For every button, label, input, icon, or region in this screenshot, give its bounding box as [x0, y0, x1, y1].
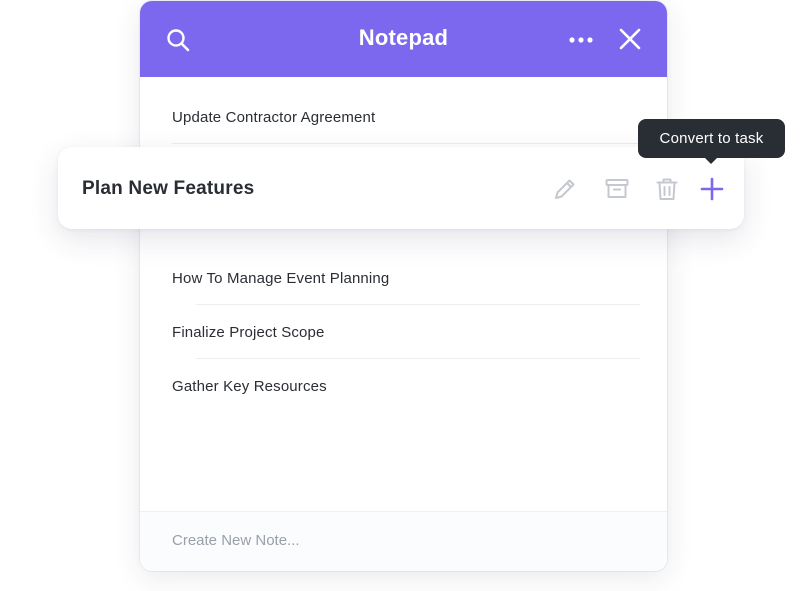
note-divider [196, 304, 640, 305]
note-divider [172, 143, 640, 144]
close-icon[interactable] [619, 28, 641, 50]
note-divider [196, 358, 640, 359]
active-note-card[interactable]: Plan New Features [58, 147, 744, 229]
plus-icon[interactable] [699, 176, 725, 202]
trash-icon[interactable] [654, 176, 680, 202]
note-item-finalize-project-scope[interactable]: Finalize Project Scope [172, 324, 325, 341]
more-icon[interactable] [568, 30, 594, 50]
notepad-header: Notepad [140, 1, 667, 77]
active-note-title: Plan New Features [82, 178, 255, 199]
note-item-how-to-manage-event-planning[interactable]: How To Manage Event Planning [172, 270, 389, 287]
note-item-update-contractor-agreement[interactable]: Update Contractor Agreement [172, 109, 375, 126]
convert-to-task-tooltip: Convert to task [638, 119, 785, 164]
stage: Notepad Update Contractor Agreement How … [0, 0, 800, 591]
archive-icon[interactable] [604, 176, 630, 202]
create-new-note-input[interactable] [172, 532, 632, 549]
note-item-gather-key-resources[interactable]: Gather Key Resources [172, 378, 327, 395]
pencil-icon[interactable] [552, 176, 578, 202]
notepad-footer [140, 511, 667, 571]
notepad-panel: Notepad Update Contractor Agreement How … [140, 1, 667, 571]
